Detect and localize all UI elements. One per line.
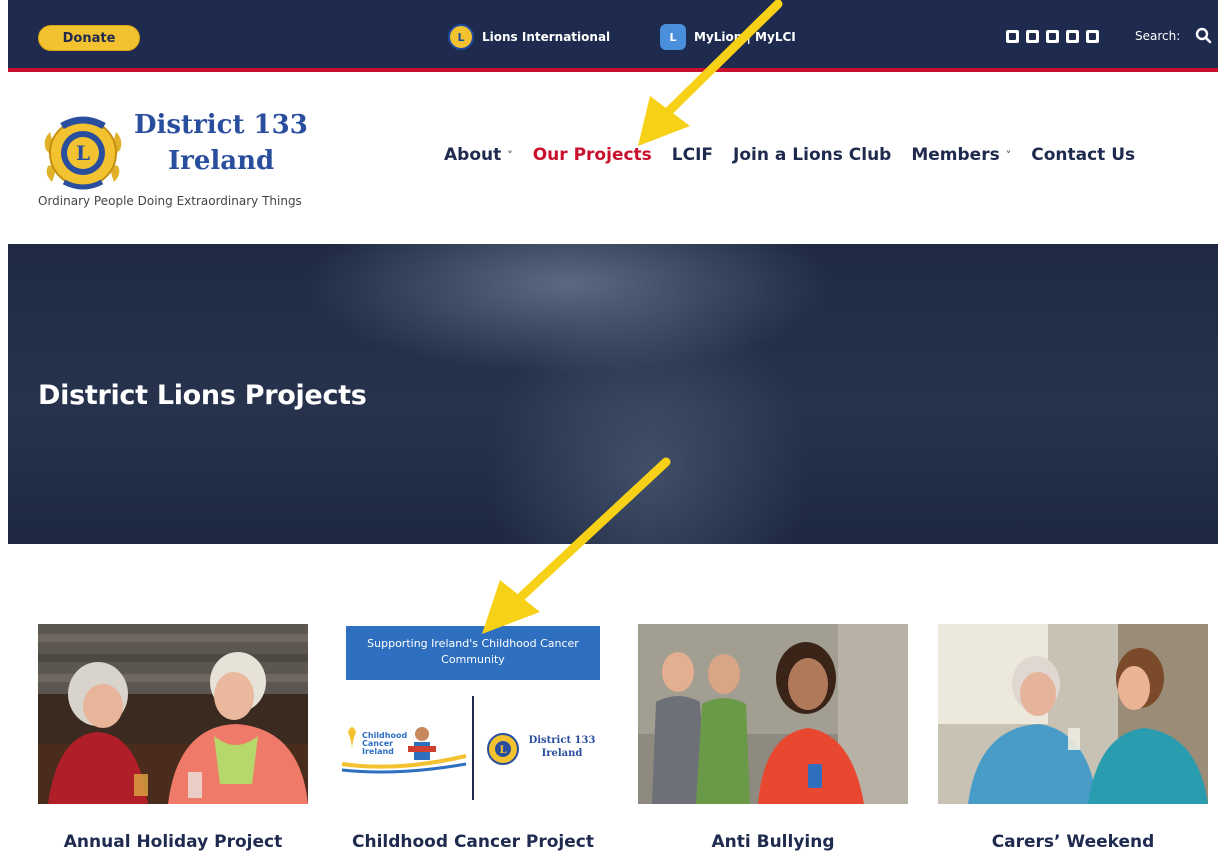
brand-name-line1[interactable]: District 133: [134, 110, 308, 140]
project-card-title[interactable]: Annual Holiday Project: [38, 832, 308, 852]
nav-item-label: Members: [911, 145, 1000, 165]
nav-item-label: Join a Lions Club: [733, 145, 892, 165]
search-icon[interactable]: [1194, 26, 1214, 46]
nav-item-label: Our Projects: [532, 145, 652, 165]
facebook-icon[interactable]: [1006, 30, 1019, 43]
project-card-image-annual-holiday[interactable]: [38, 624, 308, 804]
project-card-title[interactable]: Anti Bullying: [638, 832, 908, 852]
chevron-down-icon: ˅: [507, 148, 513, 162]
nav-item-our-projects[interactable]: Our Projects: [533, 145, 652, 165]
childhood-cancer-ireland-text: Childhood Cancer Ireland: [362, 731, 408, 756]
linkedin-icon[interactable]: [1086, 30, 1099, 43]
nav-item-members[interactable]: Members ˅: [911, 145, 1011, 165]
page: Donate L Lions International L MyLion | …: [0, 0, 1225, 854]
nav-item-about[interactable]: About ˅: [444, 145, 513, 165]
main-nav: About ˅ Our Projects LCIF Join a Lions C…: [444, 145, 1135, 165]
social-links: [1006, 30, 1099, 43]
project-card-title[interactable]: Childhood Cancer Project: [338, 832, 608, 852]
youtube-icon[interactable]: [1066, 30, 1079, 43]
project-card-image-childhood-cancer[interactable]: Supporting Ireland's Childhood Cancer Co…: [338, 624, 608, 804]
svg-text:L: L: [499, 745, 506, 756]
nav-item-label: About: [444, 145, 502, 165]
top-bar: Donate L Lions International L MyLion | …: [8, 0, 1218, 72]
page-title: District Lions Projects: [38, 380, 367, 411]
district-133-ireland-text: District 133 Ireland: [528, 735, 596, 759]
project-card-image-carers-weekend[interactable]: [938, 624, 1208, 804]
instagram-icon[interactable]: [1046, 30, 1059, 43]
svg-text:L: L: [76, 141, 90, 165]
nav-item-lcif[interactable]: LCIF: [672, 145, 713, 165]
lions-international-link[interactable]: L Lions International: [448, 22, 610, 52]
nav-item-label: LCIF: [671, 145, 714, 165]
lions-emblem-logo[interactable]: L: [40, 110, 126, 196]
donate-button[interactable]: Donate: [38, 25, 140, 51]
divider: [472, 696, 474, 800]
search-label: Search:: [1135, 29, 1181, 43]
nav-item-contact-us[interactable]: Contact Us: [1031, 145, 1135, 165]
chevron-down-icon: ˅: [1005, 148, 1012, 162]
nav-item-join-a-lions-club[interactable]: Join a Lions Club: [733, 145, 891, 165]
childhood-cancer-ireland-logo: [341, 727, 467, 774]
mylion-icon: L: [660, 24, 686, 50]
childhood-cancer-banner: Supporting Ireland's Childhood Cancer Co…: [346, 626, 600, 680]
project-card-title[interactable]: Carers’ Weekend: [938, 832, 1208, 852]
twitter-icon[interactable]: [1026, 30, 1039, 43]
nav-item-label: Contact Us: [1031, 145, 1136, 165]
lions-international-label: Lions International: [482, 30, 611, 44]
mylion-link[interactable]: L MyLion | MyLCI: [660, 22, 796, 52]
brand-name-line2[interactable]: Ireland: [168, 146, 274, 176]
lions-logo-icon: L: [448, 24, 474, 50]
lions-logo-icon: L: [487, 733, 519, 765]
mylion-label: MyLion | MyLCI: [694, 30, 796, 44]
tagline: Ordinary People Doing Extraordinary Thin…: [38, 194, 302, 208]
project-card-image-anti-bullying[interactable]: [638, 624, 908, 804]
